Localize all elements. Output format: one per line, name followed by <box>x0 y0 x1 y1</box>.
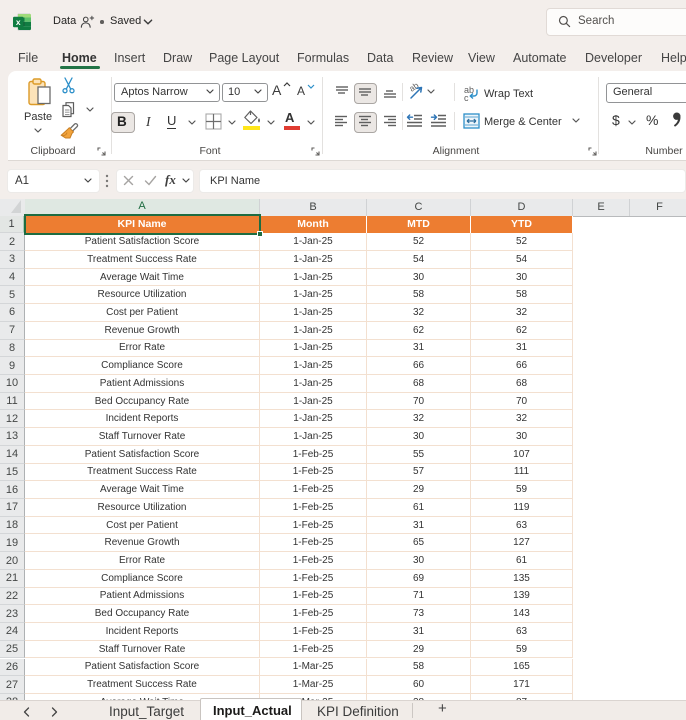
svg-text:c: c <box>464 93 469 102</box>
svg-text:x: x <box>16 17 21 27</box>
